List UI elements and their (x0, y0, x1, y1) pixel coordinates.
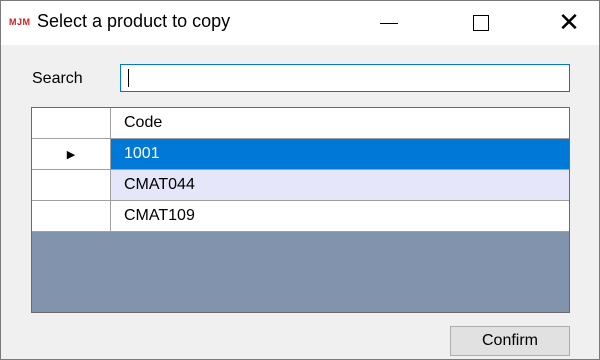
search-input[interactable] (120, 64, 570, 92)
close-icon: ✕ (558, 8, 580, 38)
table-row[interactable]: ▶ 1001 (32, 139, 569, 170)
minimize-button[interactable] (359, 1, 419, 45)
row-header[interactable] (32, 170, 111, 201)
row-header[interactable] (32, 201, 111, 232)
app-logo: MJM (9, 17, 31, 27)
table-row[interactable]: CMAT109 (32, 201, 569, 232)
text-caret (128, 69, 129, 87)
search-label: Search (32, 70, 83, 87)
column-header-code[interactable]: Code (111, 108, 569, 139)
current-row-indicator-icon: ▶ (66, 148, 76, 161)
product-grid[interactable]: Code ▶ 1001 CMAT044 CMAT109 (31, 107, 570, 313)
window-title: Select a product to copy (37, 11, 231, 31)
code-cell[interactable]: CMAT109 (111, 201, 569, 232)
code-cell[interactable]: 1001 (111, 139, 569, 170)
confirm-button[interactable]: Confirm (450, 326, 570, 356)
product-picker-window: MJM Select a product to copy ✕ Search Co… (0, 0, 600, 360)
code-cell[interactable]: CMAT044 (111, 170, 569, 201)
maximize-icon (473, 15, 489, 31)
row-header-corner[interactable] (32, 108, 111, 139)
maximize-button[interactable] (451, 1, 511, 45)
table-row[interactable]: CMAT044 (32, 170, 569, 201)
row-header[interactable]: ▶ (32, 139, 111, 170)
minimize-icon (380, 22, 398, 24)
grid-header-row: Code (32, 108, 569, 139)
close-button[interactable]: ✕ (539, 1, 599, 45)
title-bar[interactable]: MJM Select a product to copy ✕ (1, 1, 599, 45)
